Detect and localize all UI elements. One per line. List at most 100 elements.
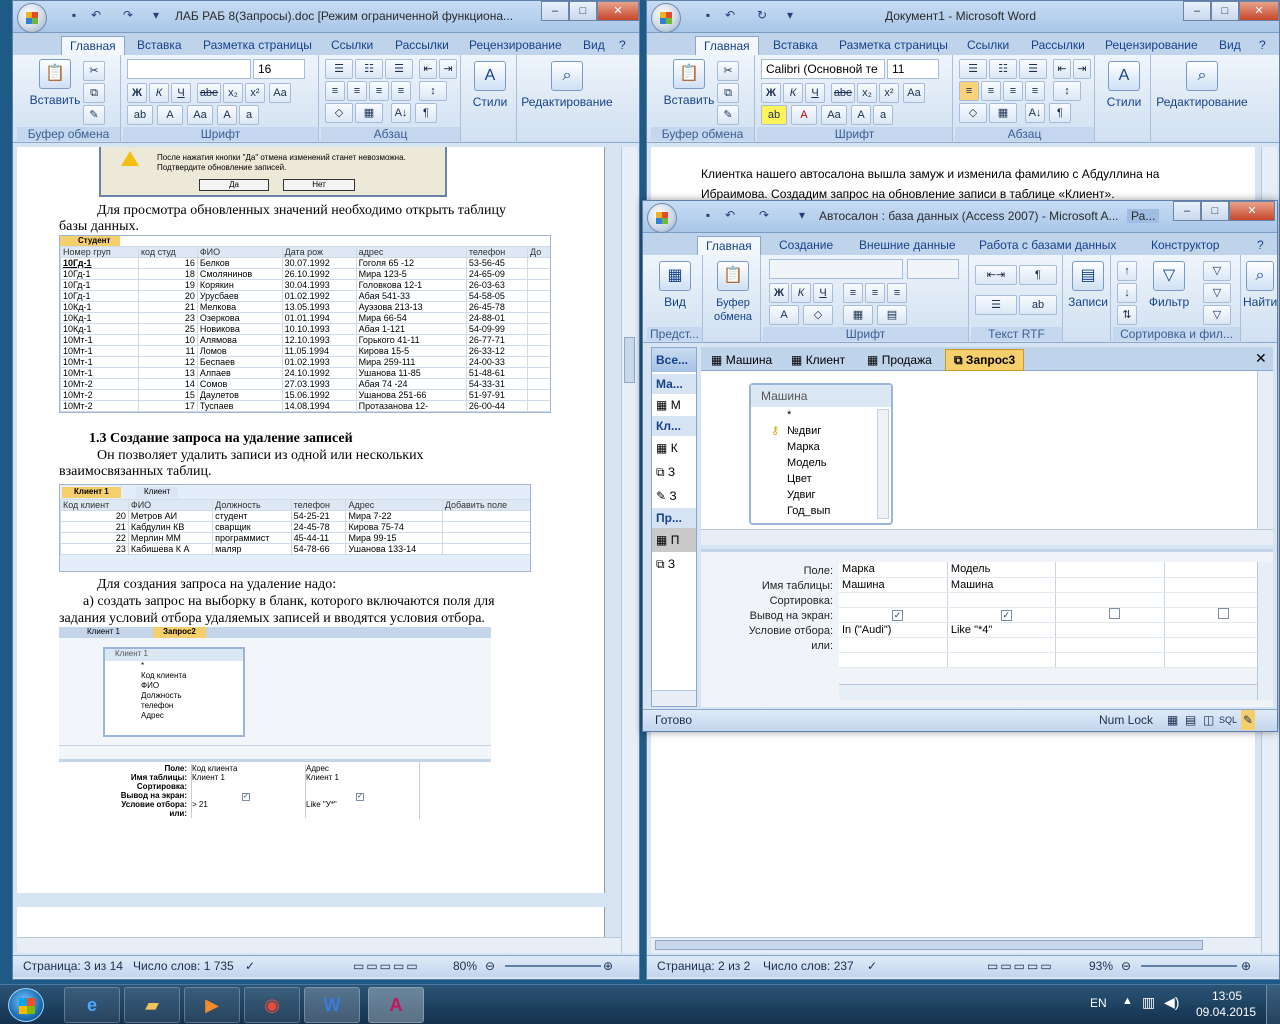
styles-button[interactable]: A Стили: [467, 61, 513, 109]
maximize-button[interactable]: □: [569, 1, 597, 21]
right-pilcrow-icon[interactable]: ¶: [1049, 103, 1071, 123]
access-filter-button[interactable]: ▽ Фильтр: [1141, 261, 1197, 309]
grid-cell[interactable]: Like "*4": [947, 622, 1057, 638]
align-right-icon[interactable]: ≡: [369, 81, 389, 101]
right-hscroll-thumb[interactable]: [655, 940, 1203, 950]
grid-columns[interactable]: Марка Модель Машина Машина ✓ ✓ In ("Audi") Like…: [839, 562, 1274, 668]
access-indent-icon[interactable]: ⇤⇥: [975, 265, 1017, 285]
editing-button[interactable]: ⌕ Редактирование: [519, 61, 615, 109]
access-tab-home[interactable]: Главная: [697, 236, 761, 255]
access-office-button[interactable]: [647, 203, 677, 233]
right-italic-button[interactable]: К: [783, 83, 803, 103]
tray-arrow-icon[interactable]: ▲: [1122, 995, 1133, 1007]
taskbar-chrome-icon[interactable]: ◉: [244, 987, 300, 1023]
right-font-color-icon[interactable]: A: [791, 105, 817, 125]
left-zoom-out-icon[interactable]: ⊖: [485, 956, 495, 976]
tab-home[interactable]: Главная: [61, 36, 125, 55]
right-tab-home[interactable]: Главная: [695, 36, 759, 55]
qat-dropdown-icon[interactable]: ▾: [149, 8, 163, 22]
grid-cell[interactable]: [1055, 592, 1165, 608]
access-fill-color-icon[interactable]: ◇: [803, 305, 833, 325]
font-name-input[interactable]: [127, 59, 251, 79]
grid-cell[interactable]: [947, 637, 1057, 653]
right-save-icon[interactable]: ▪: [701, 8, 715, 22]
access-clear-sort-icon[interactable]: ⇅: [1117, 305, 1137, 325]
access-sort-desc-icon[interactable]: ↓: [1117, 283, 1137, 303]
increase-indent-icon[interactable]: ⇥: [439, 59, 457, 79]
grid-cell[interactable]: [947, 652, 1057, 668]
access-view-datasheet-icon[interactable]: ▦: [1167, 710, 1178, 730]
bold-button[interactable]: Ж: [127, 83, 147, 103]
right-superscript-button[interactable]: x²: [879, 83, 899, 103]
right-tab-review[interactable]: Рецензирование: [1105, 36, 1198, 55]
grid-cell[interactable]: ✓: [839, 607, 948, 623]
clear-format-icon[interactable]: Aa: [269, 83, 291, 103]
grid-cell[interactable]: [1055, 637, 1165, 653]
access-qat-dropdown-icon[interactable]: ▾: [795, 208, 809, 222]
access-view-button[interactable]: ▦ Вид: [651, 261, 699, 309]
table-box-cars[interactable]: Машина * ⚷ №двиг Марка Модель Цвет Удвиг Год_вы…: [749, 383, 893, 525]
right-editing-button[interactable]: ⌕ Редактирование: [1153, 61, 1251, 109]
upper-hscroll[interactable]: [701, 529, 1273, 545]
nav-item-query2[interactable]: ✎ З: [652, 484, 696, 508]
left-title-bar[interactable]: ▪ ↶ ↷ ▾ ЛАБ РАБ 8(Запросы).doc [Режим ог…: [13, 1, 639, 33]
show-checkbox[interactable]: [1217, 607, 1229, 619]
left-proofing-icon[interactable]: ✓: [245, 956, 255, 976]
show-checkbox[interactable]: ✓: [1000, 609, 1012, 621]
right-horizontal-scrollbar[interactable]: [651, 937, 1261, 953]
access-redo-icon[interactable]: ↷: [757, 208, 771, 222]
access-help-icon[interactable]: ?: [1257, 236, 1264, 255]
access-font-color-icon[interactable]: A: [769, 305, 799, 325]
right-styles-button[interactable]: A Стили: [1101, 61, 1147, 109]
subscript-button[interactable]: x₂: [223, 83, 243, 103]
right-clear-format-icon[interactable]: Aa: [903, 83, 925, 103]
access-maximize-button[interactable]: □: [1201, 201, 1229, 221]
nav-item-query1[interactable]: ⧉ З: [652, 460, 696, 484]
left-zoom-slider[interactable]: [505, 965, 601, 967]
right-increase-indent-icon[interactable]: ⇥: [1073, 59, 1091, 79]
grid-cell[interactable]: Марка: [839, 562, 948, 578]
doc-tab-cars[interactable]: ▦ Машина: [705, 350, 778, 370]
show-desktop-button[interactable]: [1266, 985, 1280, 1024]
grid-cell[interactable]: In ("Audi"): [839, 622, 948, 638]
access-gridlines-icon[interactable]: ▦: [843, 305, 873, 325]
line-spacing-icon[interactable]: ↕: [419, 81, 447, 101]
access-tab-database[interactable]: Работа с базами данных: [979, 236, 1116, 255]
right-font-size-input[interactable]: 11: [887, 59, 939, 79]
right-subscript-button[interactable]: x₂: [857, 83, 877, 103]
right-change-case-icon[interactable]: Aa: [821, 105, 847, 125]
right-title-bar[interactable]: ▪ ↶ ↻ ▾ Документ1 - Microsoft Word – □ ✕: [647, 1, 1279, 33]
field-item[interactable]: Год_вып: [787, 503, 891, 519]
access-italic-button[interactable]: К: [791, 283, 811, 303]
access-toggle-filter-icon[interactable]: ▽: [1203, 305, 1231, 325]
grid-cell[interactable]: [1055, 562, 1165, 578]
left-zoom-in-icon[interactable]: ⊕: [603, 956, 613, 976]
access-clipboard-button[interactable]: 📋 Буфер обмена: [705, 261, 761, 323]
align-left-icon[interactable]: ≡: [325, 81, 345, 101]
field-item[interactable]: Марка: [787, 439, 891, 455]
nav-section-clients[interactable]: Кл...: [652, 416, 696, 436]
grow-font-icon[interactable]: A: [217, 105, 237, 125]
taskbar-word-icon[interactable]: W: [304, 987, 360, 1023]
sort-icon[interactable]: A↓: [391, 103, 411, 123]
left-document-page[interactable]: После нажатия кнопки "Да" отмена изменен…: [17, 147, 605, 893]
grid-cell[interactable]: Машина: [947, 577, 1057, 593]
grid-cell[interactable]: [1055, 607, 1165, 623]
access-align-right-icon[interactable]: ≡: [887, 283, 907, 303]
align-center-icon[interactable]: ≡: [347, 81, 367, 101]
tab-insert[interactable]: Вставка: [137, 36, 182, 55]
right-minimize-button[interactable]: –: [1183, 1, 1211, 21]
nav-item-cars[interactable]: ▦ М: [652, 394, 696, 416]
grid-cell[interactable]: [1055, 652, 1165, 668]
table-box-title[interactable]: Машина: [751, 385, 891, 407]
decrease-indent-icon[interactable]: ⇤: [419, 59, 437, 79]
paste-button[interactable]: 📋 Вставить: [27, 59, 83, 107]
show-checkbox[interactable]: ✓: [892, 609, 903, 621]
nav-item-query3[interactable]: ⧉ З: [652, 552, 696, 576]
shrink-font-icon[interactable]: a: [239, 105, 259, 125]
multilevel-icon[interactable]: ☰: [385, 59, 413, 79]
access-advanced-filter-icon[interactable]: ▽: [1203, 283, 1231, 303]
nav-header[interactable]: Все...: [652, 348, 696, 372]
taskbar-ie-icon[interactable]: e: [64, 987, 120, 1023]
borders-icon[interactable]: ▦: [355, 103, 383, 123]
